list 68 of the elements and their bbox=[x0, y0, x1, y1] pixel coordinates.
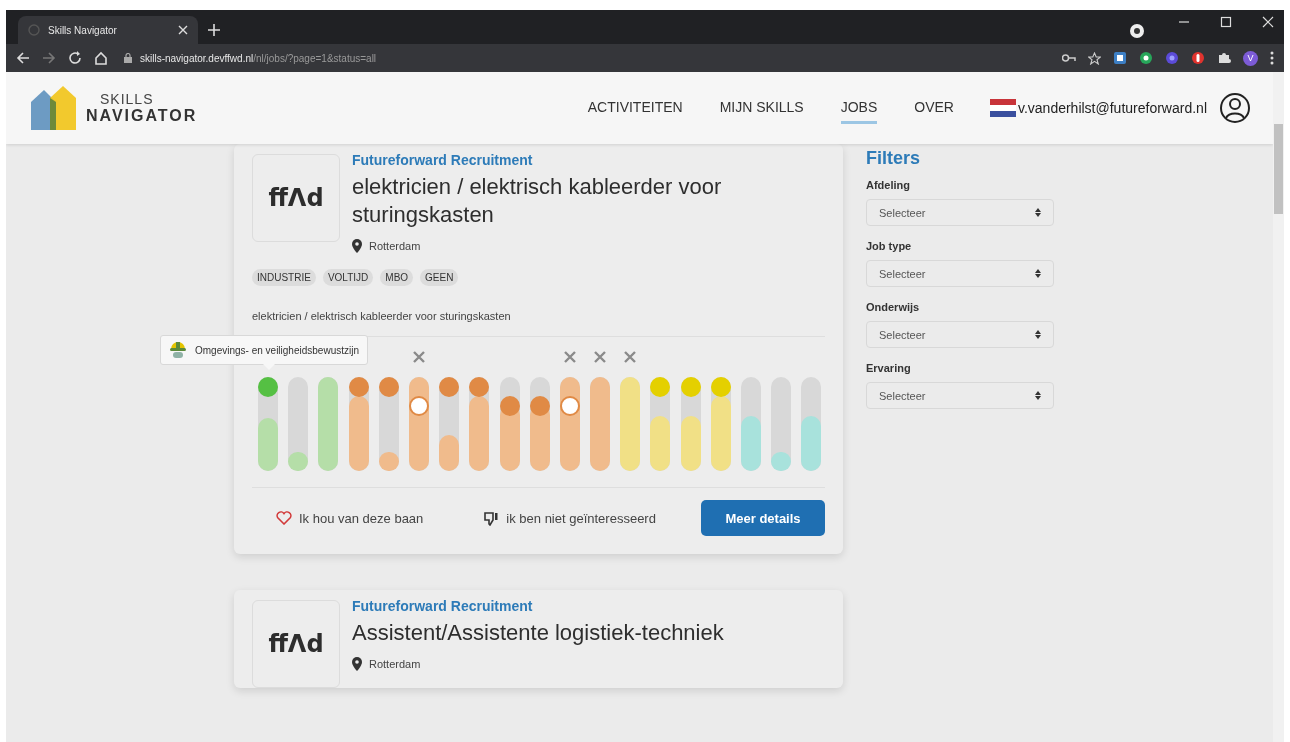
sort-arrows-icon bbox=[1035, 391, 1041, 400]
extension-icon[interactable] bbox=[1139, 51, 1153, 65]
filter-select[interactable]: Selecteer bbox=[866, 382, 1054, 409]
url-text: skills-navigator.devffwd.nl/nl/jobs/?page=1&status=all bbox=[140, 52, 377, 64]
nav-link[interactable]: ACTIVITEITEN bbox=[587, 92, 683, 124]
logo-text: NAVIGATOR bbox=[86, 107, 198, 125]
sort-arrows-icon bbox=[1035, 208, 1041, 217]
home-icon[interactable] bbox=[94, 51, 108, 65]
heart-icon bbox=[276, 511, 292, 525]
extension-icon[interactable] bbox=[1191, 51, 1205, 65]
location-pin-icon bbox=[352, 657, 362, 671]
menu-icon[interactable] bbox=[1270, 51, 1274, 65]
not-interested-link[interactable]: ik ben niet geïnteresseerd bbox=[483, 510, 656, 526]
address-bar[interactable]: skills-navigator.devffwd.nl/nl/jobs/?page=1&status=all bbox=[120, 47, 1050, 69]
logo-text: SKILLS bbox=[99, 91, 155, 107]
star-icon[interactable] bbox=[1088, 51, 1101, 65]
company-link[interactable]: Futureforward Recruitment bbox=[352, 152, 792, 168]
location-text: Rotterdam bbox=[369, 240, 421, 252]
company-logo: ffɅd bbox=[252, 154, 340, 242]
location-pin-icon bbox=[352, 239, 362, 253]
tag: VOLTIJD bbox=[322, 269, 374, 286]
browser-tab[interactable]: Skills Navigator bbox=[18, 16, 198, 44]
hard-hat-icon bbox=[169, 340, 187, 360]
filter-label: Onderwijs bbox=[866, 301, 921, 313]
new-tab-icon[interactable] bbox=[208, 24, 220, 36]
filters-heading: Filters bbox=[866, 148, 922, 169]
job-title[interactable]: elektricien / elektrisch kableerder voor sturingskasten bbox=[352, 173, 792, 229]
key-icon[interactable] bbox=[1062, 53, 1076, 63]
lock-icon bbox=[124, 53, 132, 63]
globe-icon bbox=[28, 24, 40, 36]
filter-select[interactable]: Selecteer bbox=[866, 260, 1054, 287]
tab-title: Skills Navigator bbox=[48, 24, 118, 36]
forward-icon[interactable] bbox=[42, 51, 56, 65]
like-link[interactable]: Ik hou van deze baan bbox=[276, 510, 424, 526]
profile-avatar[interactable]: V bbox=[1243, 50, 1258, 66]
nav-link[interactable]: MIJN SKILLS bbox=[719, 92, 804, 124]
reload-icon[interactable] bbox=[68, 51, 82, 65]
job-title[interactable]: Assistent/Assistente logistiek-techniek bbox=[352, 619, 792, 647]
tag: GEEN bbox=[420, 269, 459, 286]
filter-select[interactable]: Selecteer bbox=[866, 199, 1054, 226]
logo-icon bbox=[30, 84, 78, 132]
scrollbar[interactable] bbox=[1273, 72, 1284, 742]
flag-icon bbox=[989, 99, 1016, 117]
company-logo: ffɅd bbox=[252, 600, 340, 688]
user-email[interactable]: v.vanderhilst@futureforward.nl bbox=[1017, 100, 1207, 116]
thumbs-down-icon bbox=[483, 510, 500, 526]
extension-icon[interactable] bbox=[1165, 51, 1179, 65]
filter-label: Afdeling bbox=[866, 179, 911, 191]
puzzle-icon[interactable] bbox=[1217, 51, 1231, 65]
filter-label: Ervaring bbox=[866, 362, 912, 374]
nav-link[interactable]: OVER bbox=[914, 92, 954, 124]
details-button[interactable]: Meer details bbox=[701, 500, 825, 536]
maximize-icon[interactable] bbox=[1220, 16, 1232, 28]
back-icon[interactable] bbox=[16, 51, 30, 65]
account-icon[interactable] bbox=[1219, 92, 1251, 124]
company-link[interactable]: Futureforward Recruitment bbox=[352, 598, 792, 614]
sort-arrows-icon bbox=[1035, 269, 1041, 278]
filter-select[interactable]: Selecteer bbox=[866, 321, 1054, 348]
tag: INDUSTRIE bbox=[252, 269, 316, 286]
tooltip-text: Omgevings- en veiligheidsbewustzijn bbox=[195, 344, 359, 356]
close-icon[interactable] bbox=[1262, 16, 1274, 28]
tag: MBO bbox=[380, 269, 414, 286]
sort-arrows-icon bbox=[1035, 330, 1041, 339]
filter-label: Job type bbox=[866, 240, 913, 252]
close-icon[interactable] bbox=[178, 25, 188, 35]
extension-icon[interactable] bbox=[1113, 51, 1127, 65]
location-text: Rotterdam bbox=[369, 658, 421, 670]
nav-link[interactable]: JOBS bbox=[840, 92, 878, 124]
